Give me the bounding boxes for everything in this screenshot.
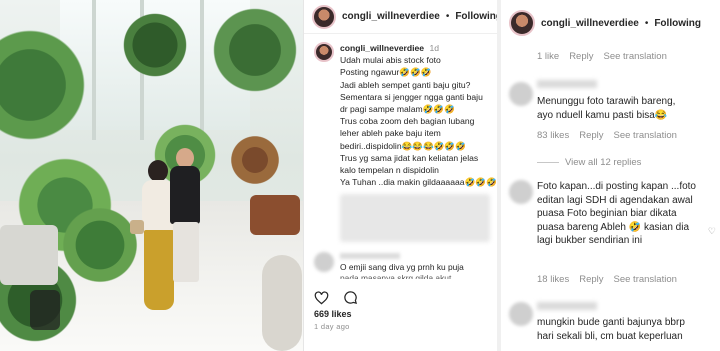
caption-line: Jadi ableh sempet ganti baju gitu? <box>340 79 471 90</box>
post-panel: congli_willneverdiee • Following congli_… <box>303 0 497 351</box>
separator-dot: • <box>445 11 450 22</box>
post-caption: congli_willneverdiee 1d Udah mulai abis … <box>304 34 497 188</box>
comment-text: ayo nduell kamu pasti bisa😂 <box>537 109 668 121</box>
comment-text: puasa bareng Ableh 🤣 kasian dia <box>537 221 690 233</box>
planter <box>0 225 58 285</box>
comment-likes[interactable]: 1 like <box>537 51 559 62</box>
avatar[interactable] <box>314 42 334 62</box>
view-replies[interactable]: View all 12 replies <box>537 157 641 168</box>
blurred-avatar <box>314 252 334 272</box>
avatar[interactable] <box>312 4 336 29</box>
see-translation-button[interactable]: See translation <box>614 274 677 285</box>
reply-button[interactable]: Reply <box>579 274 603 285</box>
caption-time: 1d <box>429 43 440 53</box>
separator-dot: • <box>644 17 649 29</box>
comment-like-icon[interactable]: ♡ <box>708 226 716 237</box>
comment-text: Menunggu foto tarawih bareng, <box>537 96 676 107</box>
see-translation-button[interactable]: See translation <box>614 130 677 141</box>
avatar[interactable] <box>509 10 535 36</box>
comment-icon[interactable] <box>343 290 358 305</box>
post-timestamp: 1 day ago <box>314 322 350 331</box>
hanging-plant <box>120 10 190 80</box>
plant-pot-ornament <box>225 130 285 190</box>
comment-text: Foto kapan...di posting kapan ...foto <box>537 181 696 192</box>
caption-line: Sementara si jengger ngga ganti baju <box>340 91 483 102</box>
caption-line: dr pagi sampe malam🤣🤣🤣 <box>340 104 455 115</box>
caption-line: Udah mulai abis stock foto <box>340 55 441 66</box>
caption-line: Ya Tuhan ..dia makin gildaaaaaa🤣🤣🤣🤣🤣 <box>340 177 497 188</box>
caption-line: bediri..dispidolin😂😂😂🤣🤣🤣 <box>340 140 466 151</box>
caption-line: Trus coba zoom deh bagian lubang <box>340 116 475 127</box>
post-actions <box>314 290 358 305</box>
stone-planter <box>262 255 302 351</box>
like-count[interactable]: 669 likes <box>314 309 352 319</box>
man-figure <box>168 148 202 288</box>
blurred-avatar <box>509 180 533 204</box>
comment-meta: 83 likes Reply See translation <box>537 130 687 141</box>
comments-panel: congli_willneverdiee • Following 1 like R… <box>497 0 720 351</box>
comment-text: puasa Foto beginian biar dikata <box>537 208 677 219</box>
caption-line: leher ableh pake baju item <box>340 128 441 139</box>
caption-line: Trus yg sama jidat kan keliatan jelas <box>340 152 479 163</box>
view-replies-label[interactable]: View all 12 replies <box>565 157 641 168</box>
blurred-avatar <box>509 82 533 106</box>
following-button[interactable]: Following <box>654 18 701 29</box>
lantern <box>30 290 60 330</box>
comment-text: pada masanya skrg gilda akut <box>340 273 452 279</box>
palm-plant <box>210 0 300 100</box>
post-header: congli_willneverdiee • Following <box>304 0 497 34</box>
comments-username[interactable]: congli_willneverdiee <box>541 18 639 29</box>
photo-window-frame <box>92 0 96 140</box>
heart-icon[interactable] <box>314 290 329 305</box>
blurred-avatar <box>509 302 533 326</box>
comment-text: editan lagi SDH di agendakan awal <box>537 194 693 206</box>
blurred-username <box>537 302 597 310</box>
reply-button[interactable]: Reply <box>579 130 603 141</box>
post-photo[interactable] <box>0 0 303 351</box>
comment-likes[interactable]: 83 likes <box>537 130 569 141</box>
caption-line: Posting ngawur🤣🤣🤣 <box>340 67 432 78</box>
blurred-username <box>537 80 597 88</box>
comment-text: hari sekali bli, cm buat keperluan <box>537 330 683 342</box>
comments-header: congli_willneverdiee • Following <box>501 0 720 46</box>
reply-button[interactable]: Reply <box>569 51 593 62</box>
comment-text: lagi bukber sendirian ini <box>537 235 643 246</box>
comment-meta: 1 like Reply See translation <box>537 51 677 62</box>
caption-username[interactable]: congli_willneverdiee <box>340 43 424 53</box>
comment-likes[interactable]: 18 likes <box>537 274 569 285</box>
comment-text: O emjii sang diva yg prnh ku puja <box>340 262 464 272</box>
comment-text: mungkin bude ganti bajunya bbrp <box>537 317 685 328</box>
following-button[interactable]: Following <box>455 11 497 22</box>
comment-row: O emjii sang diva yg prnh ku puja pada m… <box>314 252 464 279</box>
comment-meta: 18 likes Reply See translation <box>537 274 687 285</box>
post-username[interactable]: congli_willneverdiee <box>342 11 440 22</box>
blurred-comment <box>340 194 490 242</box>
caption-line: kalo tempelan n dispidolin <box>340 165 439 176</box>
see-translation-button[interactable]: See translation <box>603 51 666 62</box>
wooden-bench <box>250 195 300 235</box>
photo-window-frame <box>200 0 204 140</box>
replies-line <box>537 162 559 163</box>
